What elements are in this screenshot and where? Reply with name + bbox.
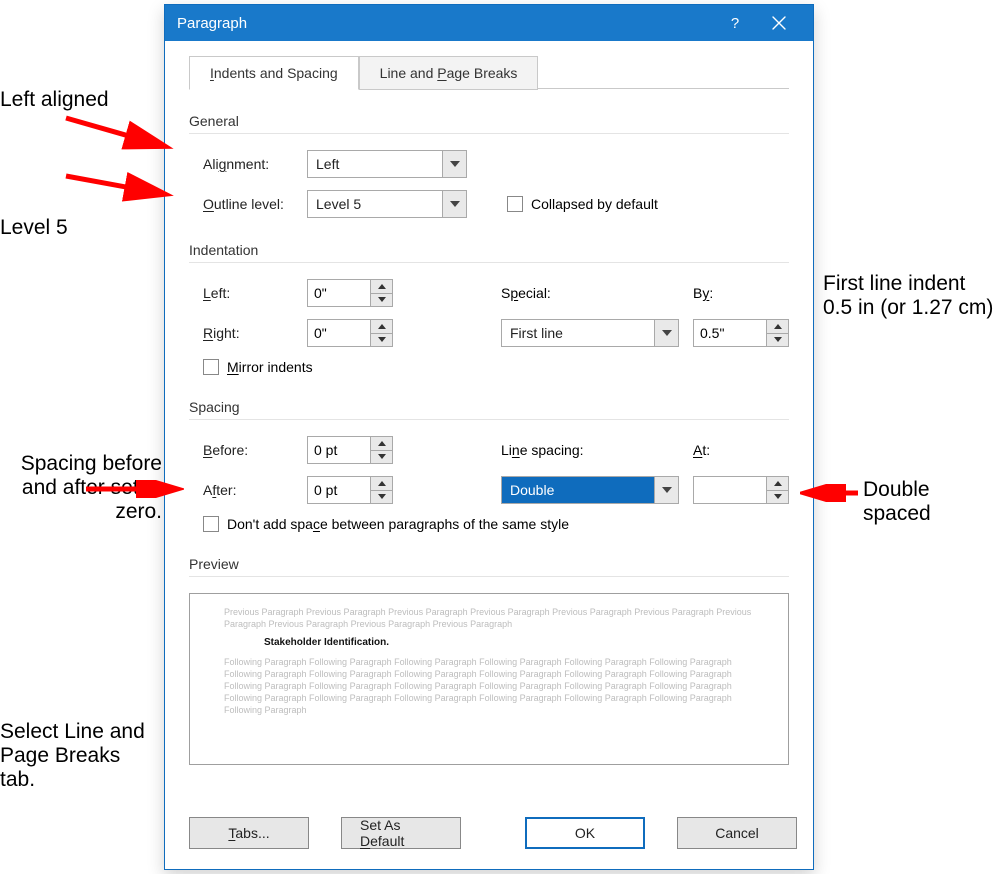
- spinner-up-icon[interactable]: [767, 477, 788, 490]
- tab-strip: Indents and Spacing Line and Page Breaks: [189, 55, 789, 89]
- spinner-up-icon[interactable]: [371, 437, 392, 450]
- arrow-icon: [60, 166, 180, 206]
- annotation-left-aligned: Left aligned: [0, 88, 109, 112]
- indent-right-spinner[interactable]: 0": [307, 319, 393, 347]
- section-legend: Indentation: [189, 242, 789, 263]
- indent-left-spinner[interactable]: 0": [307, 279, 393, 307]
- alignment-combo[interactable]: Left: [307, 150, 467, 178]
- tab-label: Line and Page Breaks: [380, 65, 518, 81]
- before-value: 0 pt: [308, 437, 370, 463]
- checkbox-icon: [203, 516, 219, 532]
- special-value: First line: [502, 325, 654, 341]
- mirror-label: Mirror indents: [227, 359, 313, 375]
- indent-right-label: Right:: [203, 325, 307, 341]
- tabs-button[interactable]: Tabs...: [189, 817, 309, 849]
- arrow-icon: [60, 108, 180, 154]
- line-spacing-combo[interactable]: Double: [501, 476, 679, 504]
- nospace-checkbox[interactable]: Don't add space between paragraphs of th…: [203, 516, 569, 532]
- annotation-firstline: First line indent 0.5 in (or 1.27 cm): [823, 272, 997, 320]
- cancel-button[interactable]: Cancel: [677, 817, 797, 849]
- before-spinner[interactable]: 0 pt: [307, 436, 393, 464]
- close-button[interactable]: [757, 5, 801, 41]
- help-button[interactable]: ?: [713, 5, 757, 41]
- dialog-title: Paragraph: [177, 15, 713, 32]
- spinner-down-icon[interactable]: [767, 333, 788, 347]
- tab-line-page-breaks[interactable]: Line and Page Breaks: [359, 56, 539, 90]
- after-value: 0 pt: [308, 477, 370, 503]
- alignment-value: Left: [308, 156, 442, 172]
- preview-heading: Stakeholder Identification.: [224, 630, 754, 656]
- annotation-select-tab: Select Line and Page Breaks tab.: [0, 720, 160, 792]
- at-value: [694, 477, 766, 503]
- section-general: General Alignment: Left Outline level: L…: [189, 113, 789, 218]
- outline-label: Outline level:: [203, 196, 307, 212]
- ok-button[interactable]: OK: [525, 817, 645, 849]
- special-combo[interactable]: First line: [501, 319, 679, 347]
- preview-previous-text: Previous Paragraph Previous Paragraph Pr…: [224, 607, 751, 629]
- collapsed-checkbox[interactable]: Collapsed by default: [507, 196, 658, 212]
- dialog-footer: Tabs... Set As Default OK Cancel: [189, 817, 789, 849]
- annotation-double: Double spaced: [863, 478, 993, 526]
- before-label: Before:: [203, 442, 307, 458]
- line-spacing-value: Double: [502, 482, 654, 498]
- spinner-down-icon[interactable]: [371, 450, 392, 464]
- spinner-down-icon[interactable]: [767, 490, 788, 504]
- outline-combo[interactable]: Level 5: [307, 190, 467, 218]
- by-value: 0.5": [694, 320, 766, 346]
- outline-value: Level 5: [308, 196, 442, 212]
- preview-box: Previous Paragraph Previous Paragraph Pr…: [189, 593, 789, 765]
- spinner-up-icon[interactable]: [371, 320, 392, 333]
- chevron-down-icon[interactable]: [442, 151, 466, 177]
- indent-right-value: 0": [308, 320, 370, 346]
- chevron-down-icon[interactable]: [654, 477, 678, 503]
- section-indentation: Indentation Left: 0" Special: By:: [189, 242, 789, 375]
- section-legend: Spacing: [189, 399, 789, 420]
- spinner-up-icon[interactable]: [371, 477, 392, 490]
- tab-indents-spacing[interactable]: Indents and Spacing: [189, 56, 359, 90]
- mirror-checkbox[interactable]: Mirror indents: [203, 359, 313, 375]
- spinner-up-icon[interactable]: [371, 280, 392, 293]
- line-spacing-label: Line spacing:: [501, 442, 693, 458]
- after-spinner[interactable]: 0 pt: [307, 476, 393, 504]
- spinner-up-icon[interactable]: [767, 320, 788, 333]
- spinner-down-icon[interactable]: [371, 490, 392, 504]
- section-legend: General: [189, 113, 789, 134]
- annotation-level5: Level 5: [0, 216, 68, 240]
- after-label: After:: [203, 482, 307, 498]
- paragraph-dialog: Paragraph ? Indents and Spacing Line and…: [164, 4, 814, 870]
- annotation-spacing-zero: Spacing before and after set to zero.: [16, 452, 162, 524]
- by-label: By:: [693, 285, 789, 301]
- at-spinner[interactable]: [693, 476, 789, 504]
- by-spinner[interactable]: 0.5": [693, 319, 789, 347]
- tab-label: Indents and Spacing: [210, 65, 338, 81]
- spinner-down-icon[interactable]: [371, 333, 392, 347]
- collapsed-label: Collapsed by default: [531, 196, 658, 212]
- checkbox-icon: [507, 196, 523, 212]
- preview-following-text: Following Paragraph Following Paragraph …: [224, 657, 732, 716]
- section-spacing: Spacing Before: 0 pt Line spacing: At:: [189, 399, 789, 532]
- at-label: At:: [693, 442, 789, 458]
- chevron-down-icon[interactable]: [654, 320, 678, 346]
- chevron-down-icon[interactable]: [442, 191, 466, 217]
- section-preview: Preview Previous Paragraph Previous Para…: [189, 556, 789, 765]
- indent-left-label: Left:: [203, 285, 307, 301]
- nospace-label: Don't add space between paragraphs of th…: [227, 516, 569, 532]
- section-legend: Preview: [189, 556, 789, 577]
- set-default-button[interactable]: Set As Default: [341, 817, 461, 849]
- alignment-label: Alignment:: [203, 156, 307, 172]
- indent-left-value: 0": [308, 280, 370, 306]
- titlebar: Paragraph ?: [165, 5, 813, 41]
- checkbox-icon: [203, 359, 219, 375]
- spinner-down-icon[interactable]: [371, 293, 392, 307]
- special-label: Special:: [501, 285, 693, 301]
